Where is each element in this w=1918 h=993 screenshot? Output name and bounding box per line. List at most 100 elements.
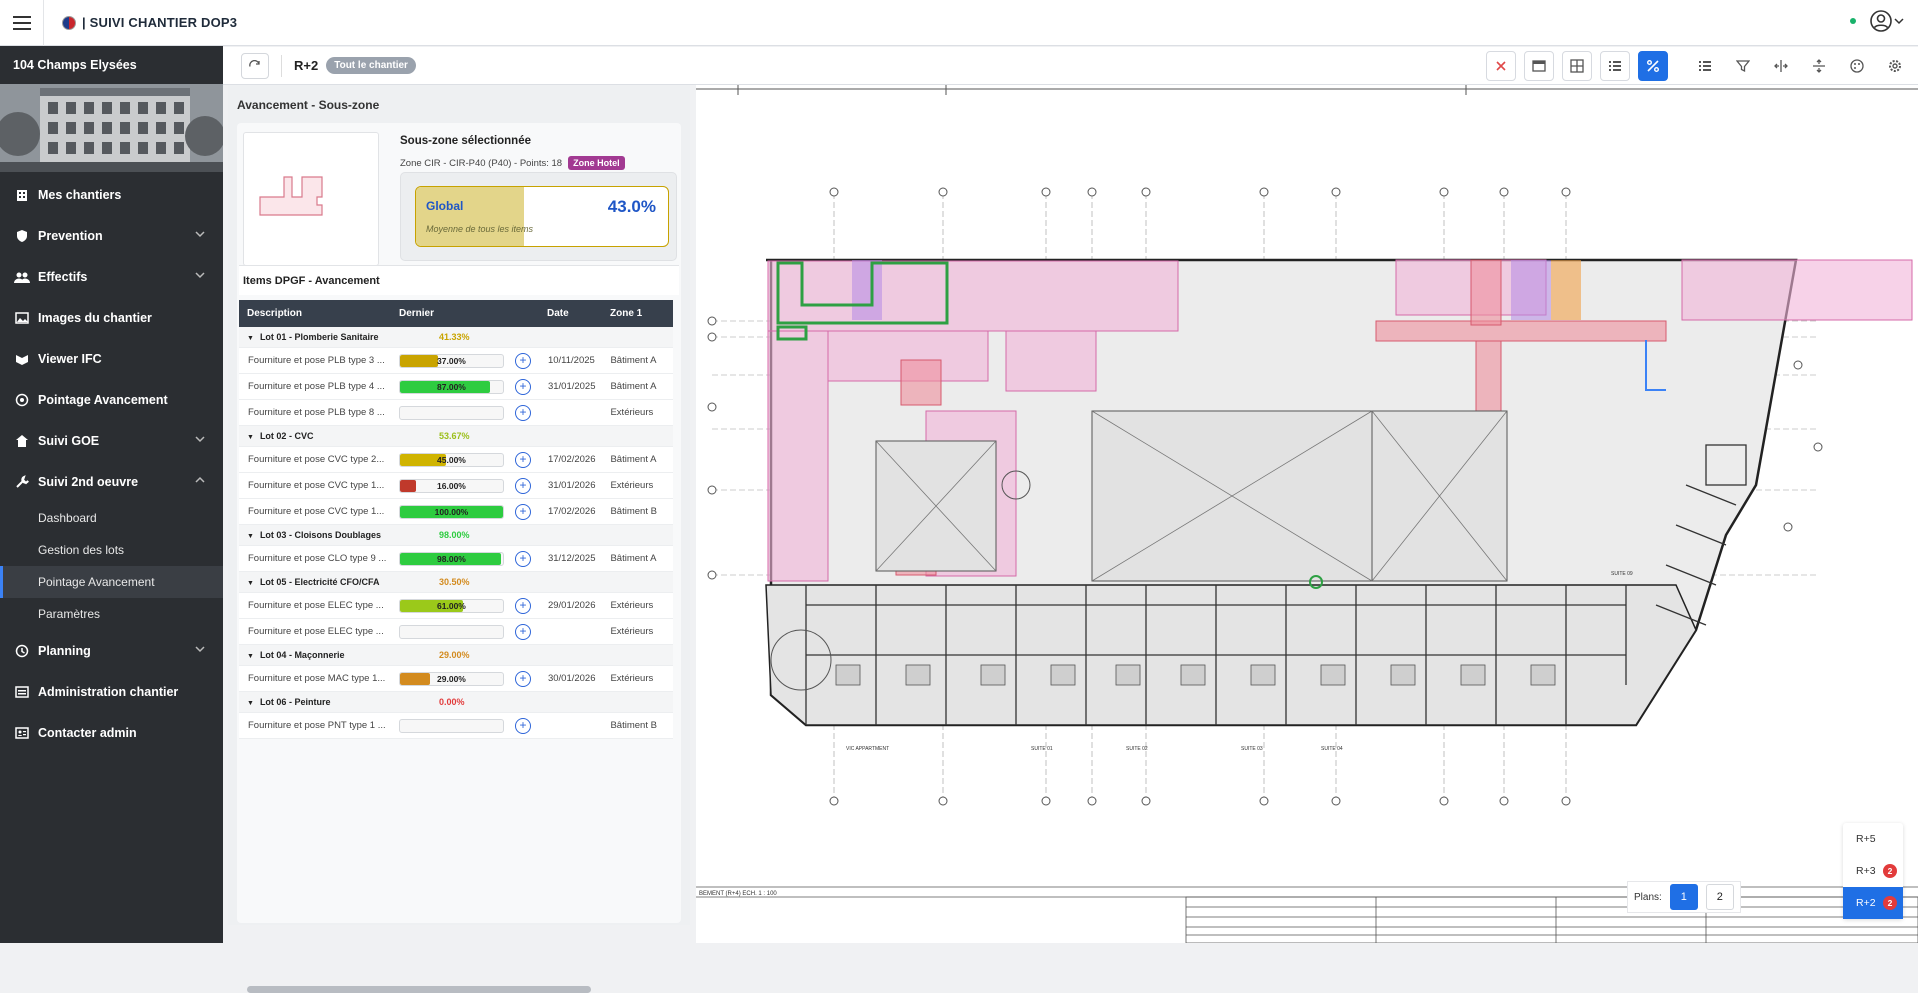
add-progress-button[interactable]: + — [515, 503, 531, 520]
add-progress-button[interactable]: + — [515, 477, 531, 494]
column-header[interactable]: Date — [547, 308, 610, 319]
sidebar-item-effectifs[interactable]: Effectifs — [0, 256, 223, 297]
level-count-badge: 2 — [1883, 896, 1897, 910]
add-progress-button[interactable]: + — [515, 623, 531, 640]
list-view-button[interactable] — [1600, 51, 1630, 81]
menu-toggle-button[interactable] — [0, 0, 44, 46]
sidebar-item-prevention[interactable]: Prevention — [0, 215, 223, 256]
table-row[interactable]: Fourniture et pose MAC type 1... 29.00% +3… — [239, 666, 673, 692]
item-description: Fourniture et pose PLB type 4 ... — [248, 381, 385, 392]
refresh-button[interactable] — [241, 52, 269, 79]
table-row[interactable]: Fourniture et pose ELEC type ... + Extérie… — [239, 619, 673, 645]
progress-text: 37.00% — [437, 355, 466, 366]
item-zone: Bâtiment A — [610, 553, 657, 564]
user-menu-button[interactable] — [1870, 10, 1904, 32]
caret-down-icon: ▼ — [247, 580, 254, 587]
add-progress-button[interactable]: + — [515, 404, 531, 421]
column-header[interactable]: Dernier — [399, 308, 547, 319]
sidebar-item-administration[interactable]: Administration chantier — [0, 671, 223, 712]
progress-bar — [398, 405, 505, 420]
sidebar-item-suivi-2nd-oeuvre[interactable]: Suivi 2nd oeuvre — [0, 461, 223, 502]
group-row[interactable]: ▼ Lot 03 - Cloisons Doublages 98.00% — [239, 525, 673, 546]
items-header: Items DPGF - Avancement — [239, 265, 679, 295]
subnav-gestion-lots[interactable]: Gestion des lots — [0, 534, 223, 566]
filter-button[interactable] — [1728, 51, 1758, 81]
column-header[interactable]: Description — [239, 308, 399, 319]
group-row[interactable]: ▼ Lot 02 - CVC 53.67% — [239, 426, 673, 447]
clear-selection-button[interactable] — [1486, 51, 1516, 81]
table-row[interactable]: Fourniture et pose PLB type 4 ... 87.00% +… — [239, 374, 673, 400]
item-description: Fourniture et pose ELEC type ... — [248, 626, 384, 637]
clock-icon — [14, 643, 30, 659]
measure-button[interactable] — [1524, 51, 1554, 81]
sidebar-item-label: Administration chantier — [38, 684, 179, 699]
table-row[interactable]: Fourniture et pose CLO type 9 ... 98.00% +… — [239, 546, 673, 572]
sidebar-item-mes-chantiers[interactable]: Mes chantiers — [0, 174, 223, 215]
item-date: 31/12/2025 — [547, 553, 596, 564]
sidebar-item-pointage[interactable]: Pointage Avancement — [0, 379, 223, 420]
item-description: Fourniture et pose CVC type 1... — [248, 480, 385, 491]
table-row[interactable]: Fourniture et pose CVC type 1... 100.00% +… — [239, 499, 673, 525]
sidebar-item-planning[interactable]: Planning — [0, 630, 223, 671]
shield-icon — [14, 228, 30, 244]
group-row[interactable]: ▼ Lot 04 - Maçonnerie 29.00% — [239, 645, 673, 666]
grid-button[interactable] — [1562, 51, 1592, 81]
panel-content: Sous-zone sélectionnée Zone CIR - CIR-P4… — [237, 123, 681, 923]
add-progress-button[interactable]: + — [515, 717, 531, 734]
floor-plan[interactable]: BEMENT (R+4) ECH. 1 : 100 VIC APPARTMENT… — [696, 85, 1918, 943]
sidebar-item-label: Images du chantier — [38, 310, 152, 325]
table-row[interactable]: Fourniture et pose PLB type 8 ... + Extéri… — [239, 400, 673, 426]
table-row[interactable]: Fourniture et pose CVC type 1... 16.00% +3… — [239, 473, 673, 499]
subnav-dashboard[interactable]: Dashboard — [0, 502, 223, 534]
table-row[interactable]: Fourniture et pose CVC type 2... 45.00% +1… — [239, 447, 673, 473]
item-date: 30/01/2026 — [547, 673, 596, 684]
group-row[interactable]: ▼ Lot 01 - Plomberie Sanitaire 41.33% — [239, 327, 673, 348]
horizontal-scrollbar[interactable] — [247, 986, 591, 993]
subzone-thumbnail — [243, 132, 379, 266]
selected-subzone-title: Sous-zone sélectionnée — [400, 135, 532, 147]
table-row[interactable]: Fourniture et pose PLB type 3 ... 37.00% +… — [239, 348, 673, 374]
subnav-pointage-avancement[interactable]: Pointage Avancement — [0, 566, 223, 598]
group-row[interactable]: ▼ Lot 06 - Peinture 0.00% — [239, 692, 673, 713]
plan-page-button[interactable]: 1 — [1669, 884, 1698, 910]
table-row[interactable]: Fourniture et pose PNT type 1 ... + Bâtime… — [239, 713, 673, 739]
level-r5[interactable]: R+5 — [1843, 823, 1903, 855]
palette-button[interactable] — [1842, 51, 1872, 81]
subzone-info-text: Zone CIR - CIR-P40 (P40) - Points: 18 — [400, 157, 563, 169]
app-title: | SUIVI CHANTIER DOP3 — [82, 15, 238, 30]
floor-plan-viewer[interactable]: BEMENT (R+4) ECH. 1 : 100 VIC APPARTMENT… — [696, 85, 1918, 943]
add-progress-button[interactable]: + — [515, 597, 531, 614]
layers-list-button[interactable] — [1690, 51, 1720, 81]
add-progress-button[interactable]: + — [515, 378, 531, 395]
divider — [281, 54, 282, 77]
add-progress-button[interactable]: + — [515, 550, 531, 567]
level-r2[interactable]: R+2 2 — [1843, 887, 1903, 919]
split-vertical-button[interactable] — [1804, 51, 1834, 81]
sidebar-item-suivi-goe[interactable]: Suivi GOE — [0, 420, 223, 461]
split-horizontal-button[interactable] — [1766, 51, 1796, 81]
progress-bar: 100.00% — [398, 504, 505, 519]
percent-mode-button[interactable] — [1638, 51, 1668, 81]
sidebar-item-label: Prevention — [38, 228, 103, 243]
app-logo[interactable]: | SUIVI CHANTIER DOP3 — [62, 15, 237, 30]
add-progress-button[interactable]: + — [515, 352, 531, 369]
scope-pill[interactable]: Tout le chantier — [326, 57, 416, 74]
sidebar-item-images[interactable]: Images du chantier — [0, 297, 223, 338]
group-percent: 29.00% — [439, 650, 470, 660]
plan-page-button[interactable]: 2 — [1705, 884, 1734, 910]
plans-pagination: Plans: 1 2 — [1627, 881, 1741, 913]
settings-button[interactable] — [1880, 51, 1910, 81]
add-progress-button[interactable]: + — [515, 451, 531, 468]
sidebar-item-viewer-ifc[interactable]: Viewer IFC — [0, 338, 223, 379]
group-row[interactable]: ▼ Lot 05 - Electricité CFO/CFA 30.50% — [239, 572, 673, 593]
add-progress-button[interactable]: + — [515, 670, 531, 687]
item-date: 17/02/2026 — [547, 506, 596, 517]
progress-bar: 29.00% — [398, 671, 505, 686]
column-header[interactable]: Zone 1 — [610, 308, 673, 319]
plan-room-label: SUITE 01 — [1031, 746, 1053, 752]
level-r3[interactable]: R+3 2 — [1843, 855, 1903, 887]
group-name: ▼ Lot 06 - Peinture — [247, 697, 331, 707]
sidebar-item-contacter-admin[interactable]: Contacter admin — [0, 712, 223, 753]
table-row[interactable]: Fourniture et pose ELEC type ... 61.00% +2… — [239, 593, 673, 619]
subnav-parametres[interactable]: Paramètres — [0, 598, 223, 630]
